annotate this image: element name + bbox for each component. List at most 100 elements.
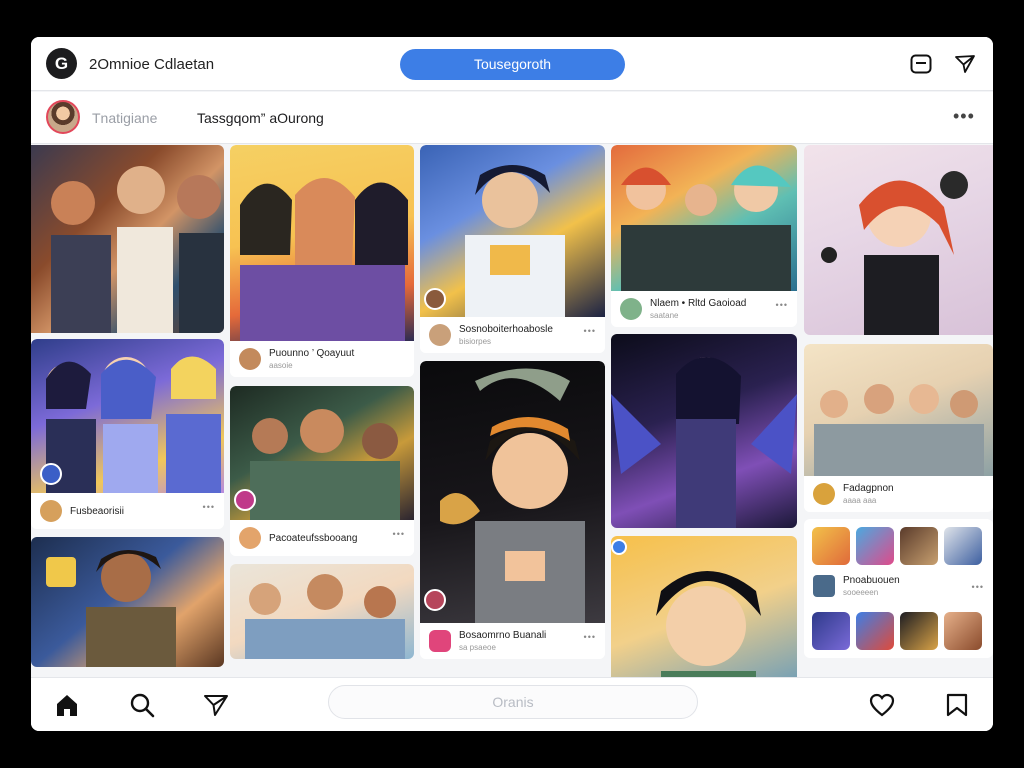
thumbnail[interactable] — [812, 612, 850, 650]
artwork-short-hair-girl[interactable] — [611, 536, 797, 677]
feed-column-5: Fadagpnon aaaa aaa Pnoabuouen sooeeeen •… — [804, 145, 993, 658]
artwork-figures — [621, 165, 791, 291]
home-icon[interactable] — [54, 692, 80, 718]
post-card[interactable]: Fadagpnon aaaa aaa — [804, 344, 993, 512]
paper-plane-icon[interactable] — [203, 692, 229, 718]
feed-column-4: Nlaem • Rltd Gaoioad saatane ••• — [611, 145, 797, 677]
artwork-figures — [465, 165, 565, 317]
card-caption: Pnoabuouen sooeeeen ••• — [804, 573, 993, 604]
card-more-icon[interactable]: ••• — [972, 582, 984, 592]
profile-badge[interactable] — [611, 539, 627, 555]
post-title: Tassgqom” aOurong — [197, 110, 324, 126]
artwork-redhead-girl[interactable] — [804, 145, 993, 335]
author-thumb — [239, 527, 261, 549]
card-more-icon[interactable]: ••• — [584, 326, 596, 336]
caption-title: Nlaem • Rltd Gaoioad — [650, 298, 747, 309]
feed-column-1: Fusbeaorisii ••• — [31, 145, 224, 667]
avatar[interactable] — [46, 100, 80, 134]
artwork-band — [230, 386, 414, 520]
more-options-icon[interactable]: ••• — [953, 106, 975, 127]
artwork-figures — [821, 171, 968, 335]
post-card[interactable]: Bosaomrno Buanali sa psaeoe ••• — [420, 361, 605, 659]
post-card[interactable]: Sosnoboiterhoabosle bisiorpes ••• — [420, 145, 605, 353]
artwork-figures — [611, 356, 797, 528]
card-caption: Fadagpnon aaaa aaa — [804, 476, 993, 512]
caption-subtitle: saatane — [650, 311, 679, 320]
artwork-figures — [656, 571, 761, 677]
paper-plane-icon[interactable] — [953, 52, 977, 76]
caption-subtitle: aasoie — [269, 361, 293, 370]
caption-title: Fadagpnon — [843, 483, 894, 494]
post-card[interactable]: Pacoateufssbooang ••• — [230, 386, 414, 556]
artwork-group-portrait[interactable] — [31, 145, 224, 333]
card-caption: Puounno ’ Qoayuut aasoie — [230, 341, 414, 377]
author-thumb — [429, 324, 451, 346]
thumbnail[interactable] — [856, 612, 894, 650]
image-feed: Fusbeaorisii ••• Puounno ’ Qoayuut aasoi… — [31, 145, 993, 677]
heart-icon[interactable] — [429, 630, 451, 652]
username[interactable]: Tnatigiane — [92, 110, 157, 126]
post-card[interactable]: Nlaem • Rltd Gaoioad saatane ••• — [611, 145, 797, 327]
bottom-bar — [31, 677, 993, 731]
search-icon[interactable] — [129, 692, 155, 718]
thumbnail[interactable] — [812, 527, 850, 565]
author-thumb — [620, 298, 642, 320]
card-caption: Pacoateufssbooang ••• — [230, 520, 414, 556]
artwork-figures — [245, 574, 405, 659]
inbox-icon[interactable] — [909, 52, 933, 76]
author-thumb — [239, 348, 261, 370]
caption-title: Sosnoboiterhoabosle — [459, 324, 553, 335]
post-header: Tnatigiane Tassgqom” aOurong ••• — [31, 92, 993, 144]
card-more-icon[interactable]: ••• — [393, 529, 405, 539]
caption-title: Pacoateufssbooang — [269, 532, 358, 544]
profile-badge[interactable] — [424, 589, 446, 611]
thumbnail-row — [804, 604, 993, 658]
card-more-icon[interactable]: ••• — [776, 300, 788, 310]
artwork-figures — [440, 368, 585, 623]
caption-subtitle: sa psaeoe — [459, 643, 496, 652]
artwork-musician[interactable] — [31, 537, 224, 667]
feed-column-2: Puounno ’ Qoayuut aasoie Pacoateufssbooa… — [230, 145, 414, 659]
search-button[interactable]: Tousegoroth — [400, 49, 625, 80]
artwork-figures — [46, 549, 176, 667]
thumbnail[interactable] — [900, 612, 938, 650]
thumbnail[interactable] — [944, 612, 982, 650]
heart-icon[interactable] — [869, 692, 895, 718]
feed-column-3: Sosnoboiterhoabosle bisiorpes ••• Bosaom… — [420, 145, 605, 659]
artwork-figures — [250, 409, 400, 520]
profile-badge[interactable] — [40, 463, 62, 485]
author-thumb — [813, 483, 835, 505]
caption-subtitle: bisiorpes — [459, 337, 492, 346]
caption-subtitle: aaaa aaa — [843, 496, 877, 505]
author-thumb — [813, 575, 835, 597]
post-card[interactable]: Fusbeaorisii ••• — [31, 339, 224, 529]
post-card[interactable]: Puounno ’ Qoayuut aasoie — [230, 145, 414, 377]
app-logo[interactable]: G — [46, 48, 77, 79]
card-more-icon[interactable]: ••• — [584, 632, 596, 642]
top-bar: G 2Omnioe Cdlaetan Tousegoroth — [31, 37, 993, 91]
profile-badge[interactable] — [424, 288, 446, 310]
caption-title: Fusbeaorisii — [70, 505, 124, 517]
caption-title: Bosaomrno Buanali — [459, 630, 547, 641]
message-input[interactable] — [328, 685, 698, 719]
artwork-friends — [31, 339, 224, 493]
caption-subtitle: sooeeeen — [843, 588, 879, 597]
artwork-seated-boy — [420, 145, 605, 317]
thumbnail-row — [804, 519, 993, 573]
artwork-figures — [51, 166, 224, 333]
thumbnail[interactable] — [856, 527, 894, 565]
card-caption: Fusbeaorisii ••• — [31, 493, 224, 529]
card-caption: Bosaomrno Buanali sa psaeoe ••• — [420, 623, 605, 659]
thumbnail[interactable] — [944, 527, 982, 565]
thumbnail[interactable] — [900, 527, 938, 565]
bookmark-icon[interactable] — [944, 692, 970, 718]
artwork-night-girl[interactable] — [611, 334, 797, 528]
profile-badge[interactable] — [234, 489, 256, 511]
artwork-friends-smiling — [611, 145, 797, 291]
artwork-students — [804, 344, 993, 476]
artwork-trio[interactable] — [230, 564, 414, 659]
card-caption: Sosnoboiterhoabosle bisiorpes ••• — [420, 317, 605, 353]
card-more-icon[interactable]: ••• — [203, 502, 215, 512]
artwork-girl-with-phone — [420, 361, 605, 623]
collection-card[interactable]: Pnoabuouen sooeeeen ••• — [804, 519, 993, 658]
